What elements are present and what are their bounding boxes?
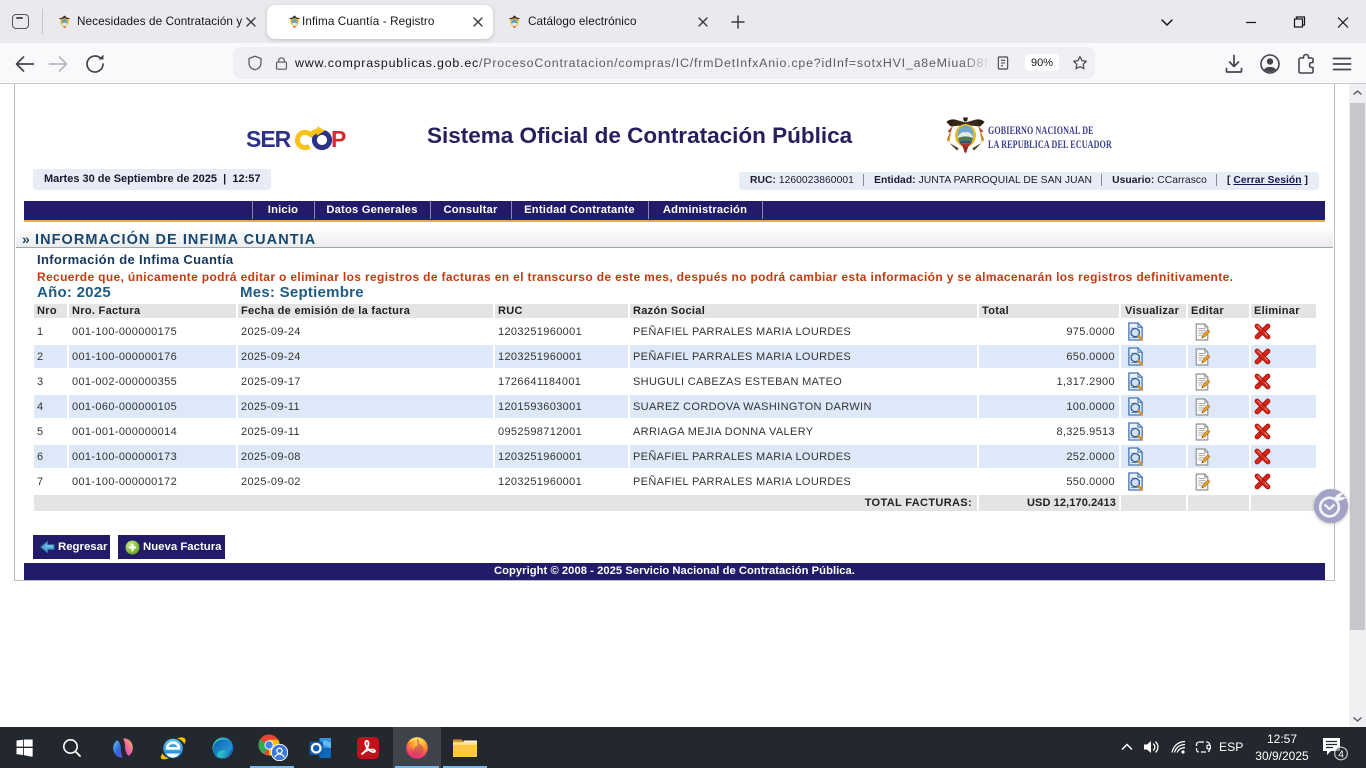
svg-text:SER: SER <box>247 126 292 152</box>
svg-text:P: P <box>331 126 346 152</box>
svg-text:4: 4 <box>1338 749 1344 761</box>
